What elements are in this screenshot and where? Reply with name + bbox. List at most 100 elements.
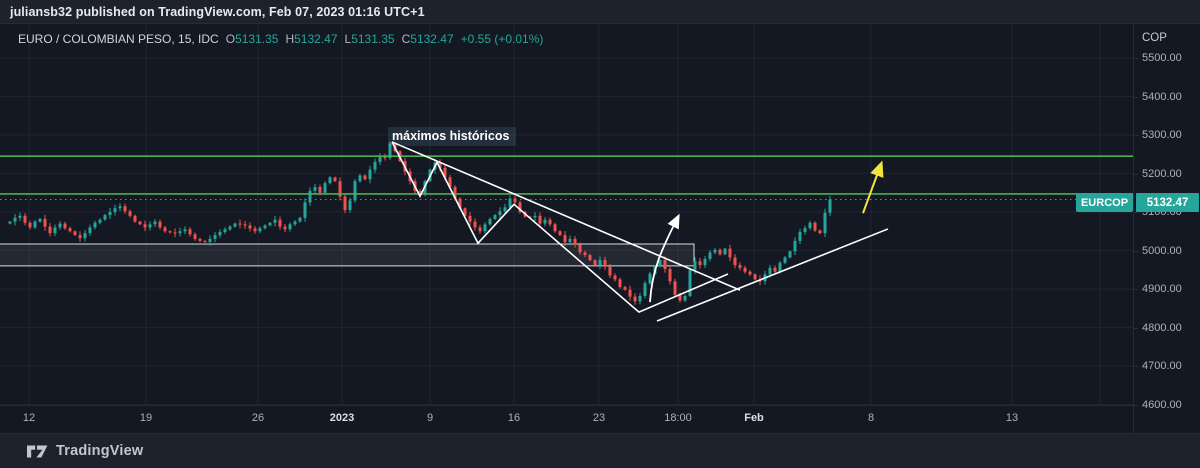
price-axis-label: 5500.00 — [1142, 52, 1182, 64]
ohlc-value: 5131.35 — [235, 32, 278, 46]
ascending-trendline[interactable] — [657, 229, 888, 321]
candle-body — [134, 216, 137, 222]
candle-body — [549, 220, 552, 225]
candle-body — [19, 216, 22, 218]
candle-body — [574, 239, 577, 245]
price-axis[interactable]: COP 5500.005400.005300.005200.005100.005… — [1133, 24, 1200, 433]
candle-body — [114, 208, 117, 212]
price-axis-label: 5200.00 — [1142, 168, 1182, 180]
candlestick-chart[interactable] — [0, 24, 1133, 405]
time-axis-label: Feb — [744, 412, 764, 424]
candle-body — [314, 187, 317, 191]
candle-body — [334, 177, 337, 181]
candle-body — [619, 279, 622, 287]
candle-body — [179, 231, 182, 233]
candle-body — [229, 227, 232, 230]
candle-body — [714, 250, 717, 253]
time-axis-label: 23 — [593, 412, 605, 424]
candle-body — [219, 232, 222, 235]
price-axis-label: 5000.00 — [1142, 245, 1182, 257]
candle-body — [249, 225, 252, 228]
publish-info-text: juliansb32 published on TradingView.com,… — [10, 5, 425, 19]
candle-body — [239, 224, 242, 225]
candle-body — [684, 296, 687, 301]
candle-body — [544, 220, 547, 224]
candle-body — [344, 197, 347, 210]
candle-body — [44, 219, 47, 227]
price-axis-tick — [1134, 97, 1138, 98]
candle-body — [79, 235, 82, 238]
candle-body — [799, 232, 802, 241]
candle-body — [374, 162, 377, 170]
candle-body — [39, 219, 42, 222]
time-axis-label: 26 — [252, 412, 264, 424]
price-axis-label: 5400.00 — [1142, 91, 1182, 103]
candle-body — [779, 263, 782, 272]
candle-body — [499, 211, 502, 215]
candle-body — [199, 239, 202, 241]
time-axis[interactable]: 12192620239162318:00Feb813 — [0, 405, 1133, 433]
candle-body — [644, 283, 647, 296]
candle-body — [174, 232, 177, 233]
candle-body — [769, 268, 772, 275]
price-axis-unit: COP — [1142, 32, 1167, 44]
candle-body — [539, 216, 542, 224]
candle-body — [599, 260, 602, 265]
candle-body — [359, 175, 362, 181]
candle-body — [369, 170, 372, 180]
ohlc-key: H — [285, 32, 294, 46]
candle-body — [294, 222, 297, 225]
candle-body — [699, 261, 702, 265]
candle-body — [269, 223, 272, 226]
candle-body — [69, 228, 72, 231]
candle-body — [809, 223, 812, 228]
candle-body — [309, 191, 312, 203]
candle-body — [789, 251, 792, 257]
time-axis-label: 8 — [868, 412, 874, 424]
candle-body — [279, 220, 282, 227]
candle-body — [484, 224, 487, 231]
candle-body — [784, 257, 787, 262]
candle-body — [184, 229, 187, 231]
candle-body — [274, 220, 277, 223]
candle-body — [379, 156, 382, 162]
candle-body — [24, 216, 27, 223]
chart-plot[interactable]: EURO / COLOMBIAN PESO, 15, IDCO5131.35H5… — [0, 24, 1133, 405]
time-axis-label: 2023 — [330, 412, 354, 424]
ohlc-key: C — [402, 32, 411, 46]
candle-body — [569, 239, 572, 242]
candle-body — [349, 200, 352, 210]
candle-body — [289, 224, 292, 229]
price-axis-label: 4700.00 — [1142, 360, 1182, 372]
candle-body — [474, 222, 477, 228]
yellow-up-arrow-drawing[interactable] — [863, 164, 881, 213]
time-axis-label: 18:00 — [664, 412, 692, 424]
descending-trendline[interactable] — [392, 142, 740, 290]
price-axis-tick — [1134, 328, 1138, 329]
candle-body — [734, 257, 737, 265]
candle-body — [214, 235, 217, 239]
candle-body — [304, 202, 307, 217]
time-axis-label: 13 — [1006, 412, 1018, 424]
candle-body — [139, 222, 142, 225]
ohlc-key: O — [226, 32, 235, 46]
candle-body — [559, 231, 562, 235]
candle-body — [234, 224, 237, 227]
ohlc-value: 5132.47 — [410, 32, 453, 46]
candle-body — [109, 212, 112, 215]
candle-body — [164, 227, 167, 231]
candle-body — [34, 222, 37, 228]
candle-body — [189, 229, 192, 234]
tradingview-brand-text[interactable]: TradingView — [56, 443, 143, 459]
tradingview-logo-icon[interactable] — [27, 444, 48, 459]
peak-annotation-label: máximos históricos — [388, 127, 516, 146]
candle-body — [749, 272, 752, 275]
candle-body — [729, 249, 732, 258]
candle-body — [354, 181, 357, 200]
candle-body — [204, 241, 207, 242]
candle-body — [804, 228, 807, 232]
price-axis-tick — [1134, 366, 1138, 367]
candle-body — [324, 183, 327, 193]
candle-body — [739, 265, 742, 268]
candle-body — [709, 252, 712, 259]
